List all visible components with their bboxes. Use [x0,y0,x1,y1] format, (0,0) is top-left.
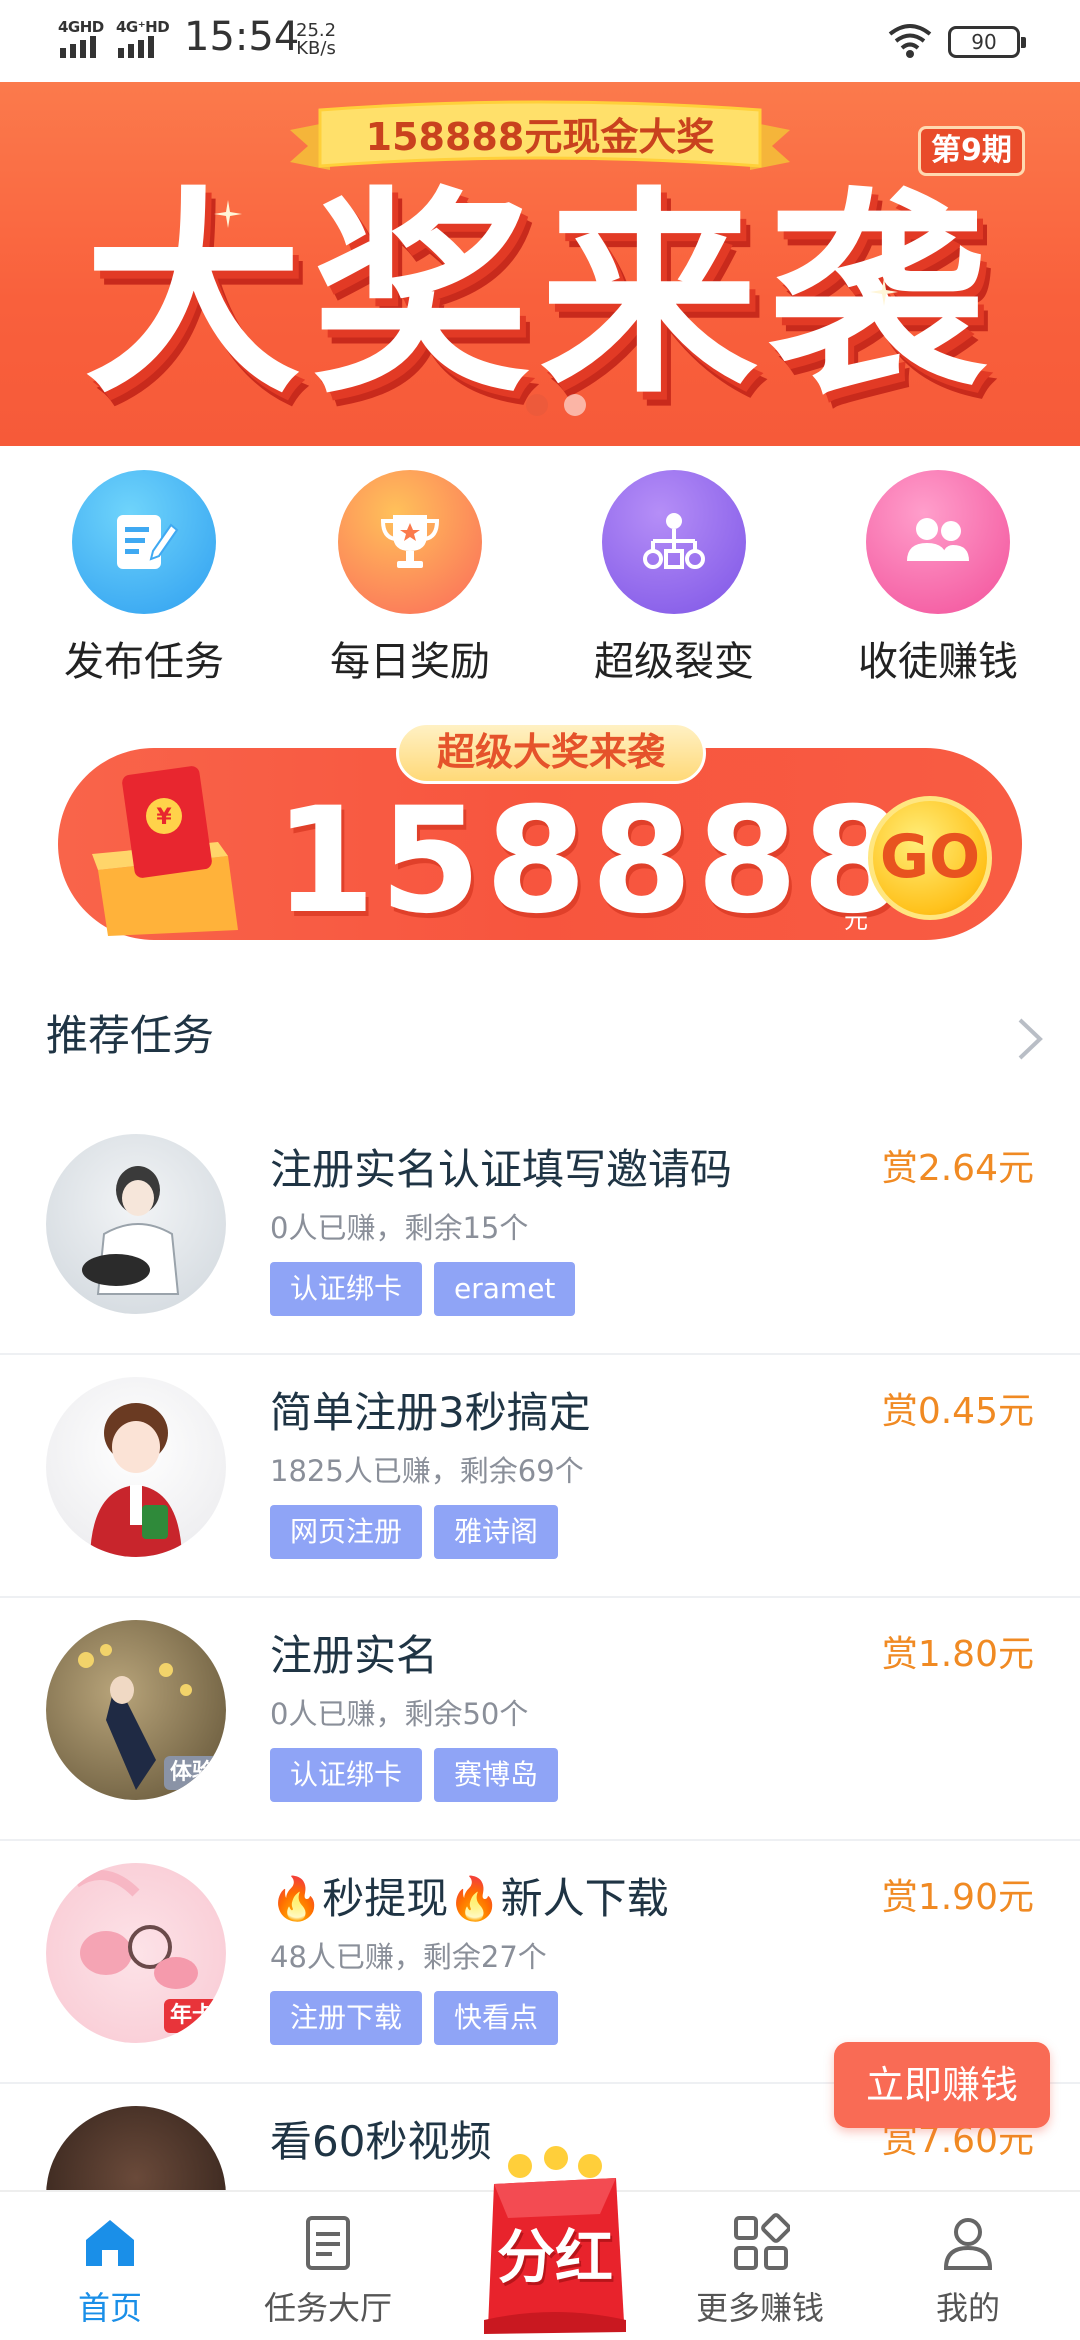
feature-grid: 发布任务 每日奖励 超级裂变 收徒赚钱 [0,470,1080,700]
task-avatar: 体验 [46,1620,226,1800]
nav-label: 任务大厅 [263,2289,392,2327]
svg-text:¥: ¥ [156,805,172,830]
nav-mine[interactable]: 我的 [868,2212,1068,2330]
task-tag: 认证绑卡 [270,1262,423,1316]
speed-unit: KB/s [296,38,336,59]
users-icon [866,470,1010,614]
feature-super-fission[interactable]: 超级裂变 [574,470,774,690]
feature-recruit-earn[interactable]: 收徒赚钱 [838,470,1038,690]
nav-center-label[interactable]: 分红 [480,2222,630,2292]
home-icon [86,2220,134,2266]
carousel-dot-2[interactable] [564,394,586,416]
apps-icon [734,2213,791,2270]
task-reward: 赏1.80元 [881,1634,1034,1675]
promo-banner[interactable]: 158888元现金大奖 第9期 大奖来袭 [0,82,1080,446]
jackpot-unit: 元 [844,906,868,934]
task-tags: 认证绑卡 eramet [270,1262,576,1316]
task-reward: 赏1.90元 [881,1877,1034,1918]
nav-task-hall[interactable]: 任务大厅 [228,2212,428,2330]
task-avatar: 年卡 [46,1863,226,2043]
feature-publish-task[interactable]: 发布任务 [44,470,244,690]
feature-label: 收徒赚钱 [858,639,1018,685]
task-tag: 网页注册 [270,1505,423,1559]
period-badge: 第9期 [918,126,1025,176]
red-packet-gift-icon: ¥ [92,766,238,936]
wifi-icon [888,24,932,58]
jackpot-title: 超级大奖来袭 [396,722,706,784]
sparkle-icon [214,200,242,228]
task-title: 看60秒视频 [270,2117,492,2166]
network-type-2: 4G⁺HD [116,18,170,36]
task-meta: 0人已赚，剩余50个 [270,1697,529,1731]
task-avatar [46,1134,226,1314]
task-tag: 注册下载 [270,1991,423,2045]
task-tag: 雅诗阁 [434,1505,559,1559]
signal-icon: 4GHD [58,18,110,58]
trophy-icon [338,470,482,614]
section-title: 推荐任务 [46,1011,215,1060]
feature-daily-reward[interactable]: 每日奖励 [310,470,510,690]
document-icon [306,2216,350,2270]
task-reward: 赏0.45元 [881,1391,1034,1432]
nav-home[interactable]: 首页 [10,2212,210,2330]
feature-label: 每日奖励 [330,639,490,685]
task-tag: eramet [434,1262,576,1316]
edit-icon [72,470,216,614]
task-row[interactable]: 注册实名认证填写邀请码 赏2.64元 0人已赚，剩余15个 认证绑卡 erame… [0,1112,1080,1355]
task-tag: 赛博岛 [434,1748,559,1802]
carousel-dots[interactable] [526,394,586,416]
banner-ribbon-text: 158888元现金大奖 [365,115,715,159]
network-type-1: 4GHD [58,18,104,36]
task-title: 注册实名 [270,1631,439,1680]
recommended-header[interactable]: 推荐任务 [0,994,1080,1084]
sparkle-icon [870,278,898,306]
task-row[interactable]: 简单注册3秒搞定 赏0.45元 1825人已赚，剩余69个 网页注册 雅诗阁 [0,1355,1080,1598]
chevron-right-icon[interactable] [1010,1014,1050,1064]
nav-label: 首页 [77,2289,142,2327]
task-avatar [46,1377,226,1557]
user-icon [943,2218,993,2270]
task-title: 简单注册3秒搞定 [270,1388,591,1437]
feature-label: 发布任务 [64,639,224,685]
network-icon [602,470,746,614]
task-meta: 0人已赚，剩余15个 [270,1211,529,1245]
nav-more-earn[interactable]: 更多赚钱 [660,2212,860,2330]
battery-indicator: 90 [948,26,1026,58]
task-tags: 认证绑卡 赛博岛 [270,1748,559,1802]
task-meta: 1825人已赚，剩余69个 [270,1454,584,1488]
feature-label: 超级裂变 [594,639,754,685]
earn-now-button[interactable]: 立即赚钱 [834,2042,1050,2128]
task-tag: 快看点 [434,1991,559,2045]
task-meta: 48人已赚，剩余27个 [270,1940,547,1974]
go-button[interactable]: GO [868,796,992,920]
task-title: 🔥秒提现🔥新人下载 [270,1874,669,1923]
jackpot-banner[interactable]: ¥ 超级大奖来袭 158888 元 GO [58,720,1022,964]
task-tag: 认证绑卡 [270,1748,423,1802]
task-tags: 注册下载 快看点 [270,1991,559,2045]
status-bar: 4GHD 4G⁺HD 15:54 25.2 KB/s 90 [0,0,1080,82]
nav-label: 更多赚钱 [695,2289,824,2327]
avatar-badge: 年卡 [163,1999,220,2033]
carousel-dot-1[interactable] [526,394,548,416]
task-title: 注册实名认证填写邀请码 [270,1145,733,1194]
network-speed: 25.2 KB/s [296,22,336,58]
clock: 15:54 [184,14,300,60]
jackpot-amount: 158888 [274,776,908,946]
nav-label: 我的 [935,2289,1000,2327]
task-row[interactable]: 体验 注册实名 赏1.80元 0人已赚，剩余50个 认证绑卡 赛博岛 [0,1598,1080,1841]
task-tags: 网页注册 雅诗阁 [270,1505,559,1559]
task-reward: 赏2.64元 [881,1148,1034,1189]
avatar-badge: 体验 [163,1756,220,1790]
signal-icon-2: 4G⁺HD [116,18,170,58]
